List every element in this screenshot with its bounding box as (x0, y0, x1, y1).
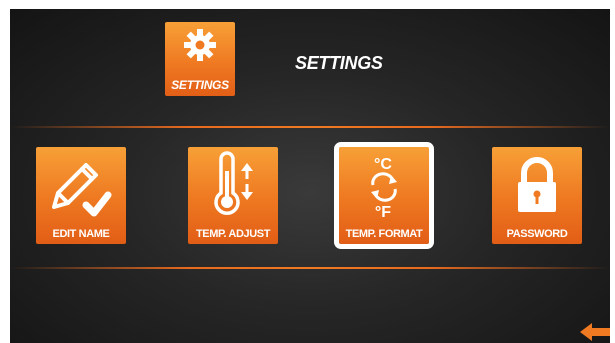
temp-format-label: TEMP. FORMAT (345, 228, 423, 240)
pencil-check-icon (52, 163, 112, 217)
gear-icon (184, 29, 216, 61)
password-label: PASSWORD (506, 228, 568, 240)
thermometer-icon (214, 151, 253, 215)
password-button[interactable]: PASSWORD (492, 147, 582, 244)
back-arrow-icon[interactable] (580, 321, 610, 343)
edit-name-label: EDIT NAME (52, 228, 110, 240)
temp-adjust-label: TEMP. ADJUST (195, 228, 271, 240)
settings-header-button[interactable]: SETTINGS (165, 22, 235, 96)
temp-adjust-button[interactable]: TEMP. ADJUST (188, 147, 278, 244)
bottom-divider (10, 267, 610, 269)
temp-format-button[interactable]: °C °F TEMP. FORMAT (334, 142, 434, 249)
settings-icon-label: SETTINGS (171, 78, 229, 92)
padlock-icon (518, 157, 556, 212)
svg-text:°F: °F (375, 204, 391, 221)
top-divider (10, 126, 610, 128)
svg-text:°C: °C (374, 156, 392, 173)
page-title: SETTINGS (295, 53, 383, 73)
settings-screen: SETTINGS SETTINGS EDIT NAME TEMP. ADJUST… (10, 9, 610, 343)
edit-name-button[interactable]: EDIT NAME (36, 147, 126, 244)
temperature-unit-swap-icon: °C °F (371, 156, 397, 221)
